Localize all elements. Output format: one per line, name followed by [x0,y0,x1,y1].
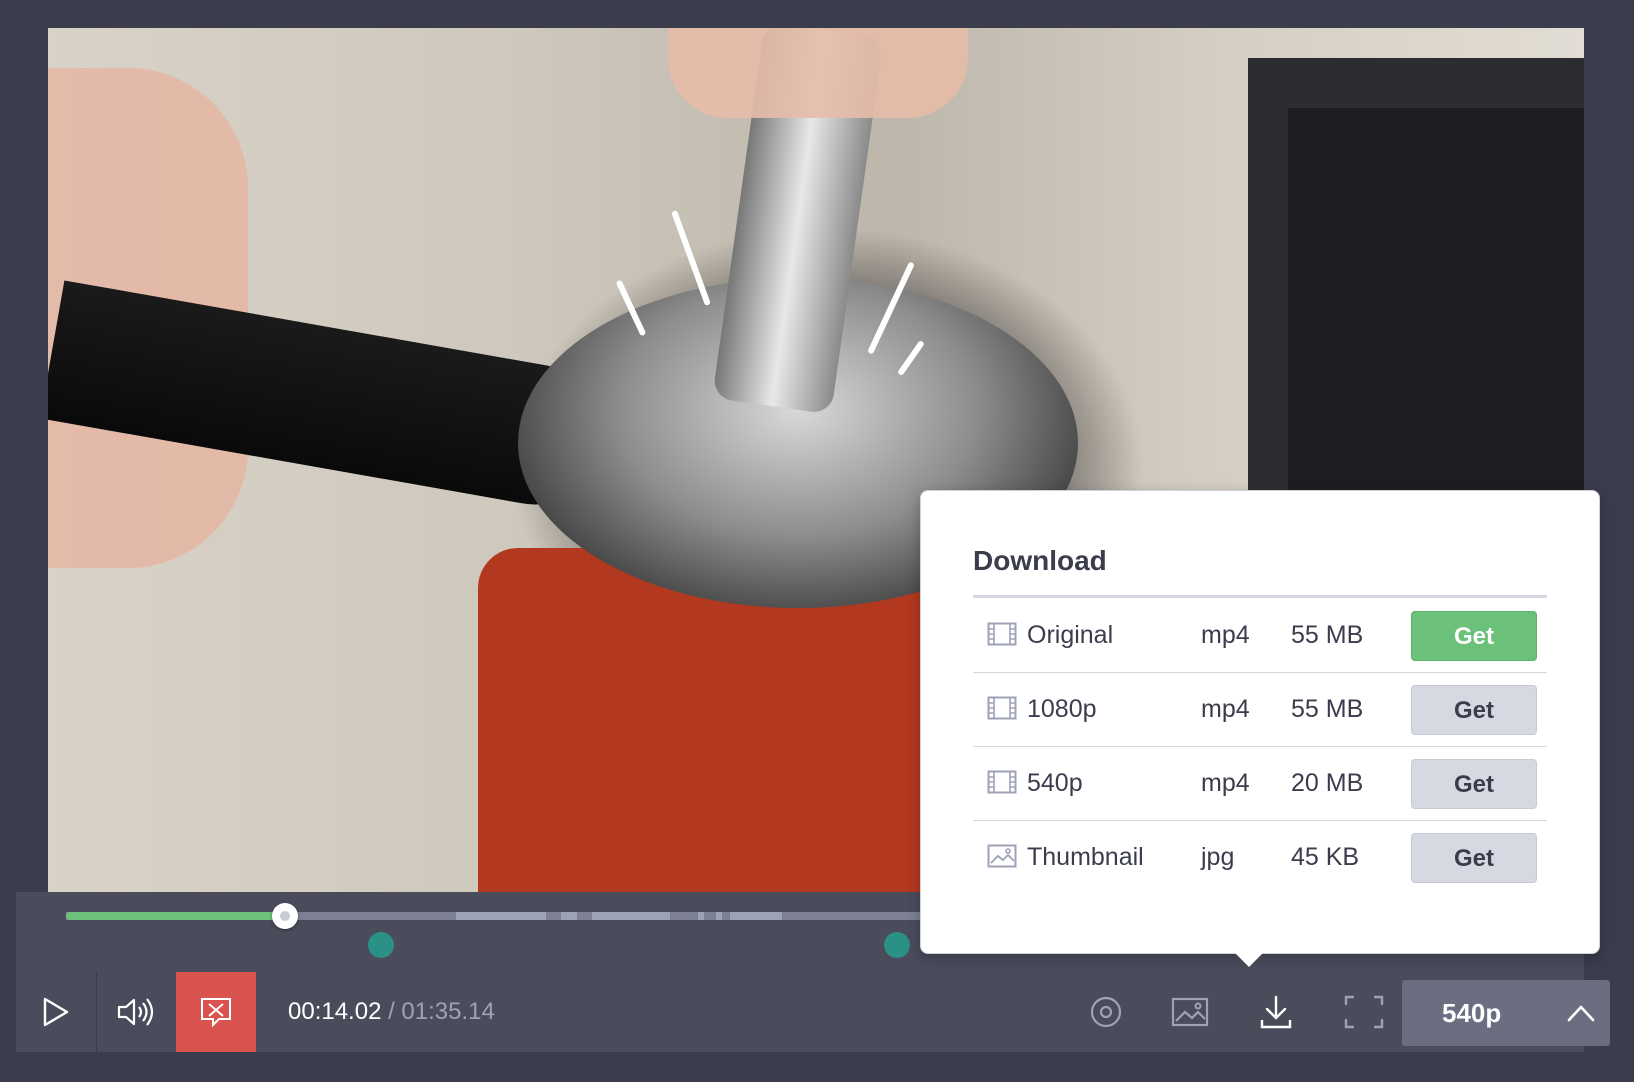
video-background-box-inner [1288,108,1584,528]
download-row-name: Original [1027,621,1114,649]
target-icon [1090,996,1122,1028]
download-row-size: 20 MB [1291,769,1364,797]
download-row-format: mp4 [1201,695,1250,723]
quality-selector[interactable]: 540p [1402,980,1610,1046]
timeline-segment [592,912,670,920]
download-row-size: 45 KB [1291,843,1360,871]
timeline-segment [716,912,722,920]
snapshot-button[interactable] [1150,972,1230,1052]
film-icon [987,622,1017,651]
download-icon [1260,995,1292,1029]
get-button[interactable]: Get [1411,833,1537,883]
download-row-name: 540p [1027,769,1083,797]
film-icon [987,770,1017,799]
timeline-playhead[interactable] [272,903,298,929]
download-row-thumbnail: Thumbnail jpg 45 KB Get [973,820,1547,894]
download-row-size: 55 MB [1291,695,1364,723]
download-row-540p: 540p mp4 20 MB Get [973,746,1547,821]
timeline-marker[interactable] [884,932,910,958]
download-button[interactable] [1236,972,1316,1052]
timeline-marker[interactable] [368,932,394,958]
quality-label: 540p [1442,998,1502,1028]
download-popup-title: Download [973,545,1107,576]
download-row-1080p: 1080p mp4 55 MB Get [973,672,1547,747]
get-button[interactable]: Get [1411,611,1537,661]
video-hand-top [668,28,968,118]
captions-off-icon [201,998,231,1028]
download-row-format: jpg [1201,843,1235,871]
captions-toggle-button[interactable] [176,972,256,1052]
download-row-format: mp4 [1201,769,1250,797]
time-display: 00:14.02 / 01:35.14 [288,972,495,1052]
get-button[interactable]: Get [1411,685,1537,735]
download-popup: Download Original mp4 55 MB Get 1080p mp4 55 M… [920,490,1600,967]
chevron-up-icon [1567,1005,1595,1022]
play-button[interactable] [16,972,97,1052]
fullscreen-icon [1344,995,1384,1029]
timeline-segment [561,912,577,920]
get-button[interactable]: Get [1411,759,1537,809]
timeline-segment [698,912,704,920]
play-icon [43,997,69,1027]
timeline-played [66,912,279,920]
film-icon [987,696,1017,725]
download-row-original: Original mp4 55 MB Get [973,598,1547,673]
fullscreen-button[interactable] [1324,972,1404,1052]
image-icon [987,844,1017,873]
total-time: / 01:35.14 [388,998,495,1025]
timeline-segment [456,912,546,920]
download-row-size: 55 MB [1291,621,1364,649]
annotations-button[interactable] [1066,972,1146,1052]
volume-button[interactable] [96,972,177,1052]
controls-bar: 00:14.02 / 01:35.14 540p [16,972,1610,1052]
download-row-format: mp4 [1201,621,1250,649]
volume-icon [117,998,154,1026]
image-icon [1171,997,1209,1027]
download-row-name: Thumbnail [1027,843,1144,871]
timeline-segment [730,912,782,920]
current-time: 00:14.02 [288,998,382,1025]
download-row-name: 1080p [1027,695,1097,723]
